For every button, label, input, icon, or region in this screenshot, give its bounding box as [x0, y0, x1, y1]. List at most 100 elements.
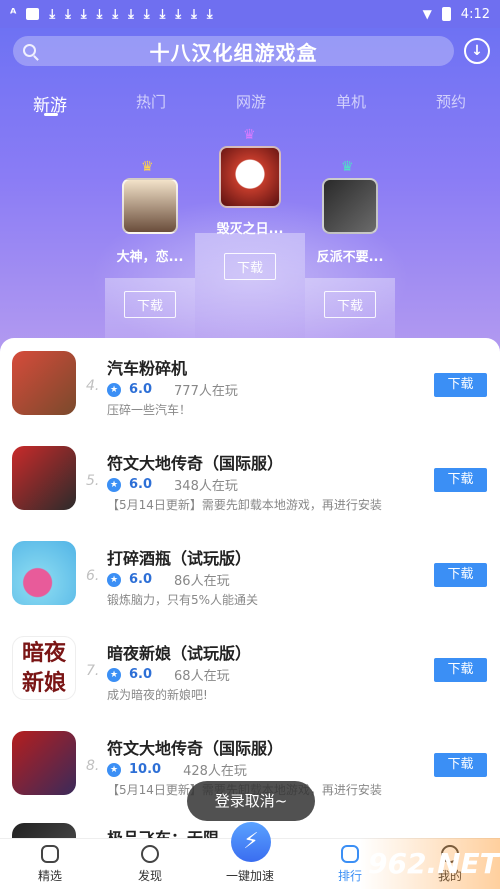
- item-rank: 8.: [86, 758, 100, 774]
- game-score: 6.0: [129, 382, 153, 397]
- download-icon: ⤓: [128, 6, 134, 22]
- game-meta: ★ 10.0 428人在玩: [107, 760, 247, 779]
- discover-icon: [141, 845, 159, 863]
- player-count: 348人在玩: [174, 479, 238, 494]
- status-left-icons: ᴬ ⤓ ⤓ ⤓ ⤓ ⤓ ⤓ ⤓ ⤓ ⤓ ⤓ ⤓: [10, 7, 213, 22]
- active-tab-indicator: [44, 113, 58, 116]
- watermark: 962.NET 乐游网: [360, 838, 500, 889]
- download-icon: ⤓: [143, 6, 150, 22]
- game-score: 6.0: [129, 477, 153, 492]
- game-title: 打碎酒瓶（试玩版）: [107, 549, 252, 568]
- game-icon: [12, 731, 76, 795]
- list-item[interactable]: 5. 符文大地传奇（国际服） ★ 6.0 348人在玩 【5月14日更新】需要先…: [0, 433, 500, 528]
- game-desc: 锻炼脑力，只有5%人能通关: [107, 593, 259, 607]
- status-bar: ᴬ ⤓ ⤓ ⤓ ⤓ ⤓ ⤓ ⤓ ⤓ ⤓ ⤓ ⤓ ▼ 4:12: [0, 0, 500, 28]
- download-button[interactable]: 下载: [123, 291, 176, 318]
- game-desc: 【5月14日更新】需要先卸载本地游戏，再进行安装: [107, 498, 382, 512]
- game-title: 符文大地传奇（国际服）: [107, 454, 284, 473]
- item-rank: 5.: [86, 473, 100, 489]
- crown-purple-icon: ♛: [243, 127, 256, 143]
- star-icon: ★: [107, 382, 121, 397]
- nav-label: 精选: [37, 869, 62, 883]
- tab-reserve[interactable]: 预约: [436, 91, 466, 112]
- download-icon: ⤓: [159, 6, 166, 22]
- download-icon: ⤓: [112, 6, 119, 22]
- tab-online[interactable]: 网游: [236, 91, 266, 112]
- download-button[interactable]: 下载: [434, 563, 487, 587]
- rank-icon: [341, 845, 359, 863]
- game-title: 汽车粉碎机: [107, 359, 188, 378]
- game-title: 暗夜新娘（试玩版）: [107, 644, 252, 663]
- game-title: 符文大地传奇（国际服）: [107, 739, 284, 758]
- game-desc: 成为暗夜的新娘吧!: [107, 688, 208, 702]
- star-icon: ★: [107, 477, 121, 492]
- nav-discover[interactable]: 发现: [110, 845, 190, 884]
- bolt-icon[interactable]: ⚡: [231, 822, 271, 862]
- item-rank: 6.: [86, 568, 100, 584]
- star-icon: ★: [107, 762, 121, 777]
- player-count: 68人在玩: [174, 669, 230, 684]
- tab-hot[interactable]: 热门: [136, 91, 166, 112]
- top-game-1[interactable]: ♛ 毁灭之日... 下载: [195, 128, 305, 280]
- category-tabs: 新游 热门 网游 单机 预约: [0, 91, 500, 121]
- top-game-3[interactable]: ♛ 反派不要... 下载: [305, 160, 395, 318]
- game-list: 4. 汽车粉碎机 ★ 6.0 777人在玩 压碎一些汽车！ 下载 5. 符文大地…: [0, 338, 500, 838]
- top-game-name: 毁灭之日...: [216, 222, 284, 237]
- player-count: 86人在玩: [174, 574, 230, 589]
- player-count: 428人在玩: [183, 764, 247, 779]
- list-item[interactable]: 4. 汽车粉碎机 ★ 6.0 777人在玩 压碎一些汽车！ 下载: [0, 338, 500, 433]
- game-meta: ★ 6.0 68人在玩: [107, 665, 230, 684]
- top-game-name: 大神，恋...: [116, 250, 184, 265]
- nav-label: 发现: [137, 869, 162, 883]
- game-desc: 压碎一些汽车！: [107, 403, 192, 417]
- download-button[interactable]: 下载: [223, 253, 276, 280]
- list-item[interactable]: 暗夜 新娘 7. 暗夜新娘（试玩版） ★ 6.0 68人在玩 成为暗夜的新娘吧! …: [0, 623, 500, 718]
- download-icon: ⤓: [206, 6, 213, 22]
- download-button[interactable]: 下载: [434, 753, 487, 777]
- bag-icon: [26, 8, 40, 20]
- hero-section: 十八汉化组游戏盒 ↓ 新游 热门 网游 单机 预约 ♛ 大神，恋... 下载 ♛…: [0, 28, 500, 358]
- toast-message: 登录取消~: [187, 781, 315, 821]
- nav-label: 排行: [337, 869, 362, 883]
- status-time: 4:12: [460, 6, 490, 22]
- search-bar[interactable]: 十八汉化组游戏盒: [13, 36, 454, 66]
- star-icon: ★: [107, 572, 121, 587]
- game-icon: [12, 446, 76, 510]
- game-score: 6.0: [129, 667, 153, 682]
- item-rank: 4.: [86, 378, 100, 394]
- game-icon: [122, 178, 178, 234]
- battery-icon: [441, 7, 451, 21]
- nav-boost[interactable]: 一键加速: [210, 867, 290, 884]
- top-game-name: 反派不要...: [316, 250, 384, 265]
- app-title: 十八汉化组游戏盒: [149, 40, 318, 65]
- game-icon: [322, 178, 378, 234]
- game-icon: 暗夜 新娘: [12, 636, 76, 700]
- download-button[interactable]: 下载: [434, 658, 487, 682]
- download-button[interactable]: 下载: [323, 291, 376, 318]
- top-game-2[interactable]: ♛ 大神，恋... 下载: [105, 160, 195, 318]
- game-icon: [219, 146, 281, 208]
- tab-single[interactable]: 单机: [336, 91, 366, 112]
- home-icon: [41, 845, 59, 863]
- download-icon: ⤓: [175, 6, 182, 22]
- star-icon: ★: [107, 667, 121, 682]
- game-score: 10.0: [129, 762, 162, 777]
- search-icon: [23, 44, 36, 57]
- download-icon: ⤓: [49, 6, 56, 22]
- game-title: 极品飞车：无限: [107, 825, 219, 838]
- download-button[interactable]: 下载: [434, 373, 487, 397]
- nav-featured[interactable]: 精选: [10, 845, 90, 884]
- download-icon: ⤓: [65, 6, 71, 22]
- crown-teal-icon: ♛: [341, 159, 354, 175]
- game-meta: ★ 6.0 777人在玩: [107, 380, 238, 399]
- download-button[interactable]: 下载: [434, 468, 487, 492]
- game-icon: [12, 351, 76, 415]
- player-count: 777人在玩: [174, 384, 238, 399]
- item-rank: 7.: [86, 663, 100, 679]
- game-icon: [12, 823, 76, 838]
- wifi-icon: ▼: [422, 7, 432, 21]
- download-manager-icon[interactable]: ↓: [464, 38, 490, 64]
- download-icon: ⤓: [80, 6, 87, 22]
- download-icon: ⤓: [96, 6, 103, 22]
- list-item[interactable]: 6. 打碎酒瓶（试玩版） ★ 6.0 86人在玩 锻炼脑力，只有5%人能通关 下…: [0, 528, 500, 623]
